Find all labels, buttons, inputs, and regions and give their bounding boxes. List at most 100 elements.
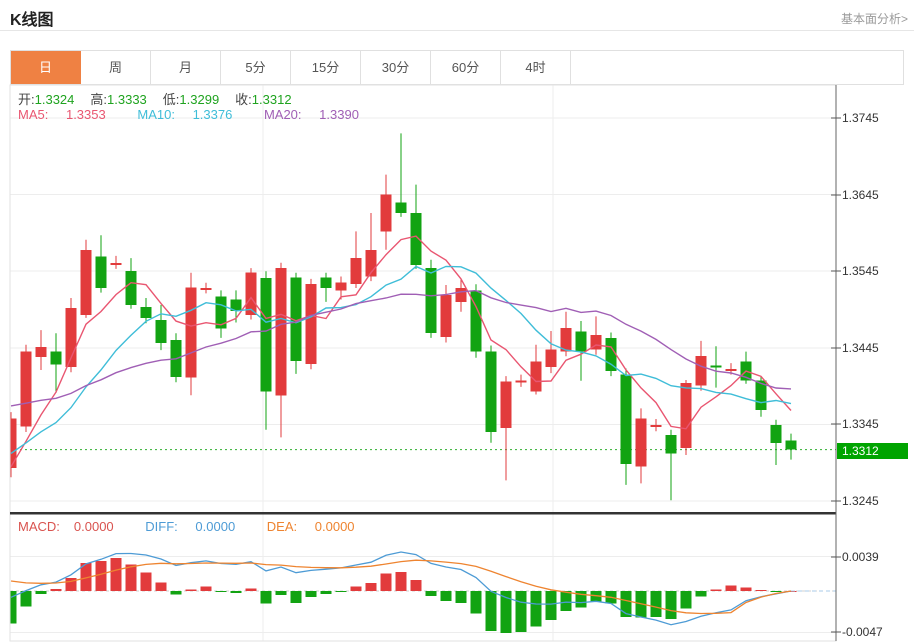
- candle-body: [36, 347, 47, 357]
- macd-bar: [201, 587, 212, 591]
- candle-body: [246, 273, 257, 315]
- candle-body: [156, 320, 167, 343]
- ohlc-legend: 开:1.3324高:1.3333低:1.3299收:1.3312: [18, 89, 308, 108]
- macd-bar: [231, 591, 242, 593]
- price-axis-tick: 1.3545: [842, 264, 910, 278]
- price-axis-tick: 1.3245: [842, 494, 910, 508]
- candle-body: [186, 287, 197, 377]
- ma10-legend: MA10: 1.3376: [137, 107, 246, 122]
- candle-body: [51, 352, 62, 365]
- macd-bar: [246, 588, 257, 591]
- macd-bar: [486, 591, 497, 631]
- candle-body: [531, 362, 542, 392]
- candle-body: [681, 383, 692, 448]
- macd-bar: [546, 591, 557, 620]
- macd-bar: [741, 587, 752, 591]
- candle-body: [651, 425, 662, 427]
- macd-bar: [291, 591, 302, 603]
- macd-bar: [171, 591, 182, 594]
- candle-body: [606, 338, 617, 371]
- high-label: 高:: [90, 92, 107, 107]
- macd-bar: [96, 561, 107, 591]
- macd-bar: [681, 591, 692, 608]
- macd-bar: [366, 583, 377, 591]
- candle-body: [276, 268, 287, 395]
- macd-value-legend: MACD:0.0000: [18, 519, 128, 534]
- macd-bar: [726, 586, 737, 591]
- candle-body: [516, 381, 527, 383]
- candle-body: [111, 263, 122, 265]
- close-label: 收:: [235, 92, 252, 107]
- macd-bar: [111, 558, 122, 591]
- low-label: 低:: [163, 92, 180, 107]
- candle-body: [771, 425, 782, 443]
- macd-bar: [381, 574, 392, 591]
- macd-legend: MACD:0.0000 DIFF: 0.0000 DEA: 0.0000: [18, 519, 383, 534]
- macd-axis-tick: 0.0039: [842, 550, 910, 564]
- dea-value-legend: DEA: 0.0000: [267, 519, 369, 534]
- macd-bar: [561, 591, 572, 611]
- macd-bar: [666, 591, 677, 619]
- candle-body: [576, 332, 587, 352]
- candle-body: [486, 352, 497, 432]
- candle-body: [201, 288, 212, 290]
- candle-body: [546, 349, 557, 367]
- macd-bar: [516, 591, 527, 632]
- candle-body: [726, 369, 737, 371]
- kline-page: K线图 基本面分析> 日周月5分15分30分60分4时 开:1.3324高:1.…: [0, 0, 914, 644]
- macd-bar: [426, 591, 437, 596]
- macd-bar: [771, 591, 782, 592]
- candle-body: [426, 268, 437, 333]
- kline-chart[interactable]: 开:1.3324 高:1.3333 低:1.3299 收: 1.3312 MA5: 1.…: [0, 0, 914, 644]
- price-axis-tick: 1.3445: [842, 341, 910, 355]
- price-axis-tick: 1.3745: [842, 111, 910, 125]
- candle-body: [81, 250, 92, 315]
- open-value: 1.3324: [35, 92, 75, 107]
- macd-bar: [186, 589, 197, 591]
- macd-bar: [276, 591, 287, 595]
- ma20-legend: MA20: 1.3390: [264, 107, 373, 122]
- macd-bar: [321, 591, 332, 594]
- macd-bar: [126, 565, 137, 591]
- macd-bar: [66, 578, 77, 591]
- candle-body: [441, 295, 452, 337]
- macd-bar: [261, 591, 272, 604]
- low-value: 1.3299: [179, 92, 219, 107]
- open-label: 开:: [18, 92, 35, 107]
- candle-body: [501, 382, 512, 429]
- price-axis-tick: 1.3345: [842, 417, 910, 431]
- macd-bar: [156, 582, 167, 591]
- ma5-legend: MA5: 1.3353: [18, 107, 120, 122]
- macd-bar: [651, 591, 662, 617]
- macd-bar: [36, 591, 47, 594]
- macd-bar: [531, 591, 542, 627]
- current-price-badge: 1.3312: [837, 443, 908, 459]
- candle-body: [381, 195, 392, 232]
- ma-legend: MA5: 1.3353 MA10: 1.3376 MA20: 1.3390: [18, 107, 387, 122]
- macd-bar: [21, 591, 32, 606]
- macd-bar: [471, 591, 482, 613]
- candle-body: [621, 375, 632, 465]
- macd-bar: [141, 572, 152, 591]
- macd-bar: [756, 590, 767, 591]
- macd-bar: [51, 589, 62, 591]
- candle-body: [786, 440, 797, 449]
- candle-body: [336, 283, 347, 291]
- candle-body: [636, 418, 647, 466]
- candle-body: [141, 307, 152, 318]
- candle-body: [96, 257, 107, 288]
- macd-bar: [216, 591, 227, 592]
- chart-border: [10, 85, 836, 641]
- macd-bar: [711, 590, 722, 591]
- macd-bar: [456, 591, 467, 603]
- candle-body: [126, 271, 137, 305]
- candle-body: [21, 352, 32, 427]
- macd-bar: [396, 572, 407, 591]
- diff-value-legend: DIFF: 0.0000: [145, 519, 249, 534]
- macd-bar: [306, 591, 317, 597]
- candle-body: [306, 284, 317, 364]
- macd-bar: [336, 591, 347, 592]
- macd-bar: [696, 591, 707, 596]
- candle-body: [396, 202, 407, 213]
- high-value: 1.3333: [107, 92, 147, 107]
